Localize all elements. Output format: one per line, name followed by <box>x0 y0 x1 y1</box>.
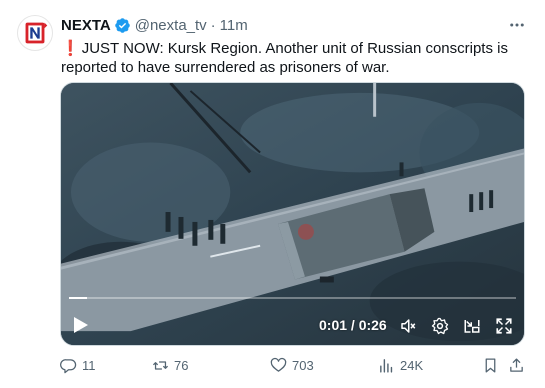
like-count: 703 <box>292 358 314 373</box>
reply-count: 11 <box>82 358 96 373</box>
reply-button[interactable]: 11 <box>60 357 96 374</box>
like-button[interactable]: 703 <box>270 357 314 374</box>
fullscreen-icon[interactable] <box>495 317 513 335</box>
video-progress-bar[interactable] <box>69 297 516 299</box>
repost-button[interactable]: 76 <box>152 357 188 374</box>
views-button[interactable]: 24K <box>378 357 423 374</box>
reply-icon <box>60 359 77 374</box>
share-icon <box>510 358 523 372</box>
video-time-display: 0:01 / 0:26 <box>319 317 387 333</box>
video-progress-fill <box>69 297 87 299</box>
separator-dot: · <box>210 16 216 34</box>
tweet-text: ❗ JUST NOW: Kursk Region. Another unit of… <box>61 39 521 77</box>
volume-icon[interactable] <box>399 317 417 335</box>
like-icon <box>270 357 287 372</box>
exclamation-emoji: ❗ <box>61 40 80 57</box>
tweet-body: JUST NOW: Kursk Region. Another unit of … <box>61 40 508 76</box>
avatar[interactable] <box>17 15 53 51</box>
more-icon[interactable] <box>508 16 526 34</box>
author-name[interactable]: NEXTA <box>61 17 111 34</box>
video-frame <box>61 83 524 345</box>
repost-icon <box>152 361 169 370</box>
nexta-logo <box>25 22 48 44</box>
tweet-actions: 11 76 703 24K <box>60 357 525 377</box>
play-icon[interactable] <box>73 316 89 334</box>
bookmark-icon <box>485 358 496 373</box>
bookmark-button[interactable] <box>482 357 504 374</box>
share-button[interactable] <box>508 357 530 374</box>
tweet-card[interactable]: NEXTA @nexta_tv · 11m ❗ JUST NOW: Kursk R… <box>0 0 545 388</box>
verified-badge-icon <box>114 17 130 33</box>
settings-gear-icon[interactable] <box>431 317 449 335</box>
video-player[interactable]: 0:01 / 0:26 <box>60 82 525 346</box>
tweet-header: NEXTA @nexta_tv · 11m <box>61 15 248 35</box>
timestamp[interactable]: 11m <box>220 17 248 34</box>
author-handle[interactable]: @nexta_tv <box>135 17 207 34</box>
views-count: 24K <box>400 358 424 373</box>
views-icon <box>380 359 393 373</box>
repost-count: 76 <box>174 358 189 373</box>
picture-in-picture-icon[interactable] <box>463 317 481 335</box>
